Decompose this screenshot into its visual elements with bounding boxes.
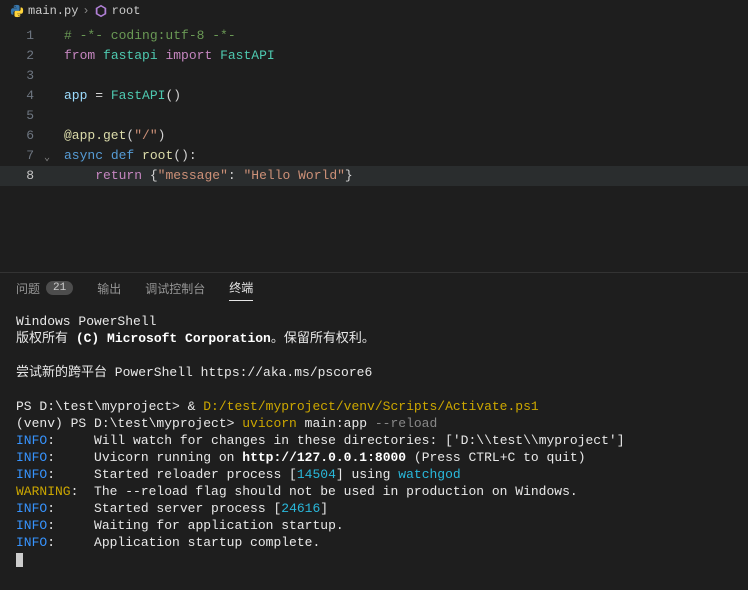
terminal-line: 版权所有 (C) Microsoft Corporation。保留所有权利。 — [16, 330, 732, 347]
terminal-cursor — [16, 553, 23, 567]
tab-output[interactable]: 输出 — [97, 280, 121, 301]
breadcrumb-file[interactable]: main.py — [28, 4, 78, 18]
line-number: 1 — [0, 26, 48, 46]
terminal-line: INFO: Started server process [24616] — [16, 500, 732, 517]
code-line[interactable]: 5 — [0, 106, 748, 126]
code-line[interactable]: 1# -*- coding:utf-8 -*- — [0, 26, 748, 46]
tab-terminal[interactable]: 终端 — [229, 279, 253, 301]
breadcrumb: main.py › root — [0, 0, 748, 22]
code-line[interactable]: 2from fastapi import FastAPI — [0, 46, 748, 66]
code-content: # -*- coding:utf-8 -*- — [48, 26, 236, 46]
terminal-line: INFO: Waiting for application startup. — [16, 517, 732, 534]
code-content: @app.get("/") — [48, 126, 165, 146]
line-number: 7⌄ — [0, 146, 48, 166]
terminal-line: (venv) PS D:\test\myproject> uvicorn mai… — [16, 415, 732, 432]
line-number: 5 — [0, 106, 48, 126]
breadcrumb-symbol[interactable]: root — [112, 4, 141, 18]
tab-problems-label: 问题 — [16, 280, 40, 297]
code-content: from fastapi import FastAPI — [48, 46, 275, 66]
tab-debug-console[interactable]: 调试控制台 — [145, 280, 205, 301]
terminal-line: INFO: Application startup complete. — [16, 534, 732, 551]
line-number: 2 — [0, 46, 48, 66]
line-number: 6 — [0, 126, 48, 146]
panel-tabs: 问题 21 输出 调试控制台 终端 — [0, 273, 748, 307]
problems-count-badge: 21 — [46, 281, 73, 295]
code-content: return {"message": "Hello World"} — [48, 166, 353, 186]
code-line[interactable]: 6@app.get("/") — [0, 126, 748, 146]
terminal-line — [16, 347, 732, 364]
tab-problems[interactable]: 问题 21 — [16, 280, 73, 301]
terminal-line: PS D:\test\myproject> & D:/test/myprojec… — [16, 398, 732, 415]
terminal-line: INFO: Started reloader process [14504] u… — [16, 466, 732, 483]
code-line[interactable]: 7⌄async def root(): — [0, 146, 748, 166]
terminal-line — [16, 381, 732, 398]
terminal-line: WARNING: The --reload flag should not be… — [16, 483, 732, 500]
code-line[interactable]: 8 return {"message": "Hello World"} — [0, 166, 748, 186]
code-editor[interactable]: 1# -*- coding:utf-8 -*-2from fastapi imp… — [0, 22, 748, 272]
bottom-panel: 问题 21 输出 调试控制台 终端 Windows PowerShell 版权所… — [0, 272, 748, 578]
terminal-cursor-line — [16, 551, 732, 568]
terminal-line: 尝试新的跨平台 PowerShell https://aka.ms/pscore… — [16, 364, 732, 381]
line-number: 4 — [0, 86, 48, 106]
terminal-line: INFO: Uvicorn running on http://127.0.0.… — [16, 449, 732, 466]
terminal[interactable]: Windows PowerShell 版权所有 (C) Microsoft Co… — [0, 307, 748, 578]
python-file-icon — [10, 4, 24, 18]
code-content: async def root(): — [48, 146, 197, 166]
code-content: app = FastAPI() — [48, 86, 181, 106]
terminal-line: Windows PowerShell — [16, 313, 732, 330]
code-line[interactable]: 3 — [0, 66, 748, 86]
line-number: 3 — [0, 66, 48, 86]
terminal-line: INFO: Will watch for changes in these di… — [16, 432, 732, 449]
symbol-method-icon — [94, 4, 108, 18]
line-number: 8 — [0, 166, 48, 186]
chevron-right-icon: › — [82, 4, 89, 18]
code-line[interactable]: 4app = FastAPI() — [0, 86, 748, 106]
